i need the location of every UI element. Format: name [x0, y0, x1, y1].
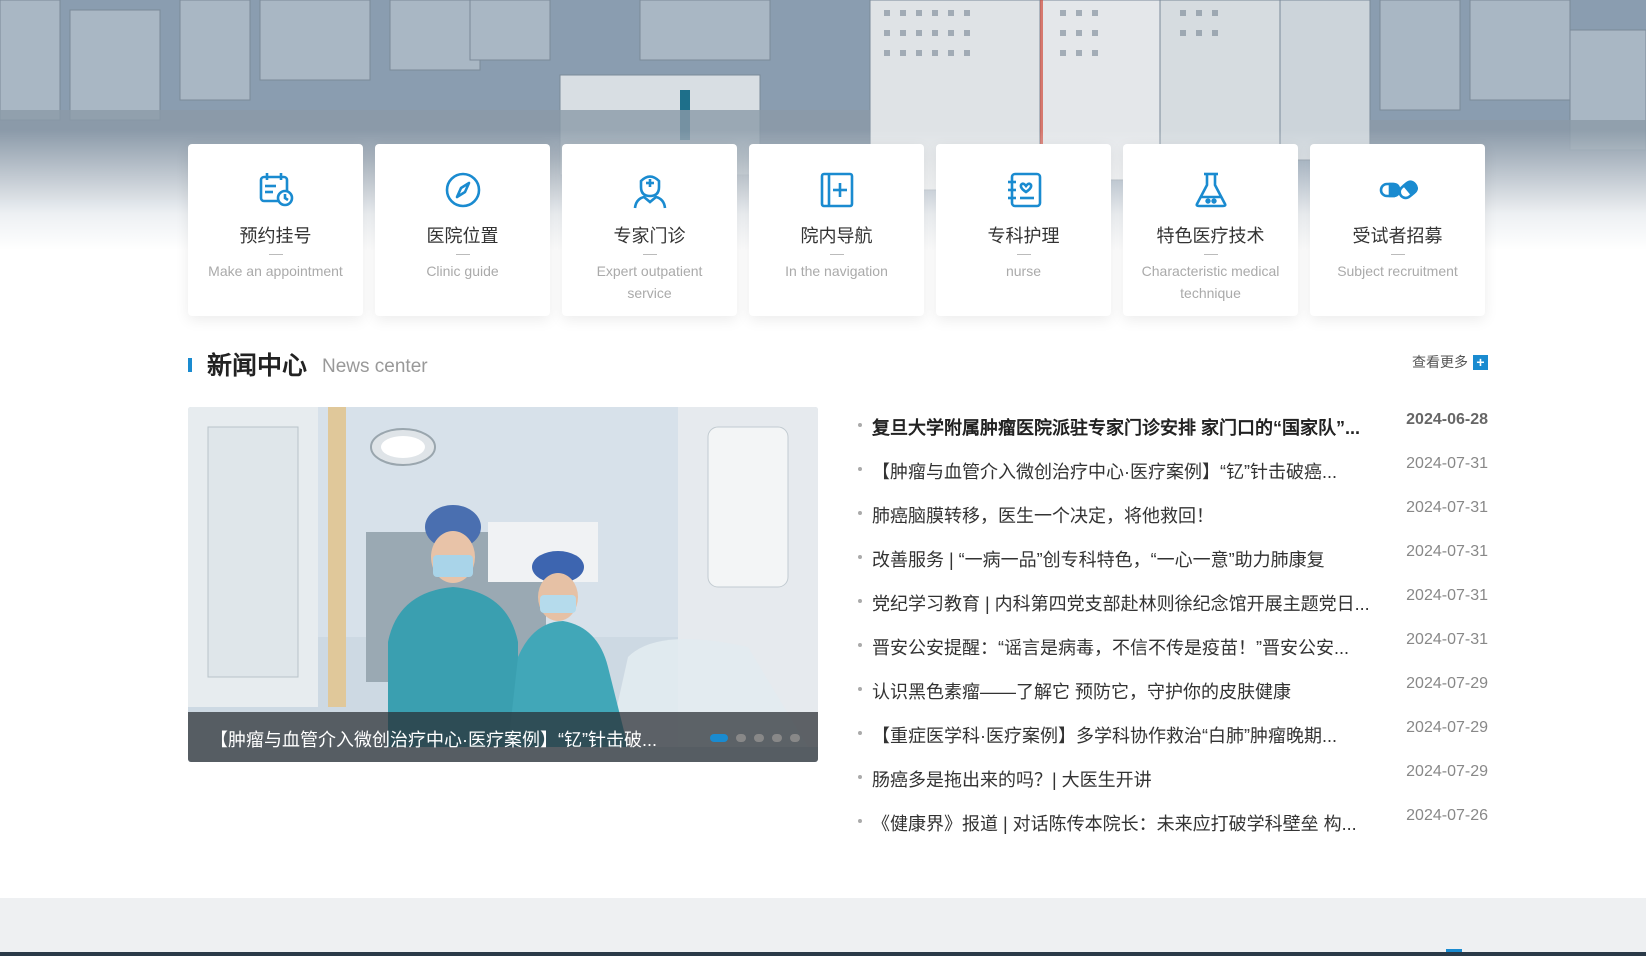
service-title: 受试者招募	[1352, 226, 1443, 246]
view-more-link[interactable]: 查看更多 +	[1412, 352, 1488, 372]
doctor-icon	[628, 168, 672, 212]
nursing-list-icon	[1002, 168, 1046, 212]
slider-dot[interactable]	[790, 734, 800, 742]
service-subtitle: Make an appointment	[208, 263, 343, 279]
news-list-item[interactable]: 党纪学习教育 | 内科第四党支部赴林则徐纪念馆开展主题党日... 2024-07…	[858, 587, 1488, 634]
service-card-navigation[interactable]: 院内导航 In the navigation	[749, 144, 924, 316]
compass-icon	[441, 168, 485, 212]
plus-icon: +	[1473, 354, 1488, 370]
news-date: 2024-07-31	[1406, 587, 1488, 604]
service-title: 院内导航	[800, 226, 873, 246]
news-title[interactable]: 【肿瘤与血管介入微创治疗中心·医疗案例】“钇”针击破癌...	[872, 458, 1376, 484]
news-date: 2024-07-31	[1406, 499, 1488, 516]
news-title[interactable]: 复旦大学附属肿瘤医院派驻专家门诊安排 家门口的“国家队”...	[872, 414, 1376, 440]
news-date: 2024-07-26	[1406, 807, 1488, 824]
service-subtitle: Characteristic medical technique	[1141, 263, 1280, 301]
slider-caption[interactable]: 【肿瘤与血管介入微创治疗中心·医疗案例】“钇”针击破...	[210, 726, 657, 752]
calendar-clock-icon	[254, 168, 298, 212]
news-list-item[interactable]: 【肿瘤与血管介入微创治疗中心·医疗案例】“钇”针击破癌... 2024-07-3…	[858, 455, 1488, 502]
service-subtitle: Subject recruitment	[1337, 263, 1458, 279]
service-title: 特色医疗技术	[1156, 226, 1265, 246]
surgery-photo	[188, 407, 818, 762]
news-date: 2024-06-28	[1406, 411, 1488, 428]
slider-dot[interactable]	[772, 734, 782, 742]
service-title: 专家门诊	[613, 226, 686, 246]
section-subtitle: News center	[322, 356, 428, 377]
news-title[interactable]: 《健康界》报道 | 对话陈传本院长：未来应打破学科壁垒 构...	[872, 810, 1376, 836]
news-section-header: 新闻中心 News center 查看更多 +	[188, 346, 1488, 380]
service-card-expert[interactable]: 专家门诊 Expert outpatient service	[562, 144, 737, 316]
news-date: 2024-07-29	[1406, 675, 1488, 692]
news-list: 复旦大学附属肿瘤医院派驻专家门诊安排 家门口的“国家队”... 2024-06-…	[858, 411, 1488, 854]
service-subtitle: Expert outpatient service	[596, 263, 703, 301]
service-card-recruitment[interactable]: 受试者招募 Subject recruitment	[1310, 144, 1485, 316]
news-list-item[interactable]: 认识黑色素瘤——了解它 预防它，守护你的皮肤健康 2024-07-29	[858, 675, 1488, 722]
news-date: 2024-07-29	[1406, 763, 1488, 780]
service-subtitle: nurse	[1005, 263, 1042, 279]
news-date: 2024-07-31	[1406, 543, 1488, 560]
news-list-item[interactable]: 《健康界》报道 | 对话陈传本院长：未来应打破学科壁垒 构... 2024-07…	[858, 807, 1488, 854]
service-subtitle: In the navigation	[785, 263, 888, 279]
slider-dot[interactable]	[736, 734, 746, 742]
service-card-location[interactable]: 医院位置 Clinic guide	[375, 144, 550, 316]
news-title[interactable]: 晋安公安提醒：“谣言是病毒，不信不传是疫苗！”晋安公安...	[872, 634, 1376, 660]
news-list-item[interactable]: 复旦大学附属肿瘤医院派驻专家门诊安排 家门口的“国家队”... 2024-06-…	[858, 411, 1488, 458]
flask-icon	[1189, 168, 1233, 212]
slider-dots	[710, 734, 800, 742]
slider-dot[interactable]	[710, 734, 728, 742]
service-card-nursing[interactable]: 专科护理 nurse	[936, 144, 1111, 316]
news-list-item[interactable]: 改善服务 | “一病一品”创专科特色，“一心一意”助力肺康复 2024-07-3…	[858, 543, 1488, 590]
service-title: 预约挂号	[239, 226, 312, 246]
slider-dot[interactable]	[754, 734, 764, 742]
section-title: 新闻中心	[207, 352, 308, 380]
service-title: 专科护理	[987, 226, 1060, 246]
service-title: 医院位置	[426, 226, 499, 246]
news-title[interactable]: 【重症医学科·医疗案例】多学科协作救治“白肺”肿瘤晚期...	[872, 722, 1376, 748]
departments-section: 科室与专家	[0, 898, 1646, 956]
news-list-item[interactable]: 【重症医学科·医疗案例】多学科协作救治“白肺”肿瘤晚期... 2024-07-2…	[858, 719, 1488, 766]
service-card-appointment[interactable]: 预约挂号 Make an appointment	[188, 144, 363, 316]
news-title[interactable]: 党纪学习教育 | 内科第四党支部赴林则徐纪念馆开展主题党日...	[872, 590, 1376, 616]
news-date: 2024-07-31	[1406, 631, 1488, 648]
news-list-item[interactable]: 肠癌多是拖出来的吗？| 大医生开讲 2024-07-29	[858, 763, 1488, 810]
news-list-item[interactable]: 肺癌脑膜转移，医生一个决定，将他救回！ 2024-07-31	[858, 499, 1488, 546]
medical-guide-icon	[815, 168, 859, 212]
news-image-slider[interactable]: 【肿瘤与血管介入微创治疗中心·医疗案例】“钇”针击破...	[188, 407, 818, 762]
view-more-label: 查看更多	[1412, 354, 1468, 370]
news-date: 2024-07-29	[1406, 719, 1488, 736]
service-subtitle: Clinic guide	[426, 263, 499, 279]
news-list-item[interactable]: 晋安公安提醒：“谣言是病毒，不信不传是疫苗！”晋安公安... 2024-07-3…	[858, 631, 1488, 678]
service-card-technique[interactable]: 特色医疗技术 Characteristic medical technique	[1123, 144, 1298, 316]
news-title[interactable]: 肺癌脑膜转移，医生一个决定，将他救回！	[872, 502, 1376, 528]
service-cards: 预约挂号 Make an appointment 医院位置 Clinic gui…	[188, 144, 1488, 316]
news-title[interactable]: 肠癌多是拖出来的吗？| 大医生开讲	[872, 766, 1376, 792]
news-title[interactable]: 认识黑色素瘤——了解它 预防它，守护你的皮肤健康	[872, 678, 1376, 704]
news-title[interactable]: 改善服务 | “一病一品”创专科特色，“一心一意”助力肺康复	[872, 546, 1376, 572]
news-date: 2024-07-31	[1406, 455, 1488, 472]
capsule-icon	[1376, 168, 1420, 212]
